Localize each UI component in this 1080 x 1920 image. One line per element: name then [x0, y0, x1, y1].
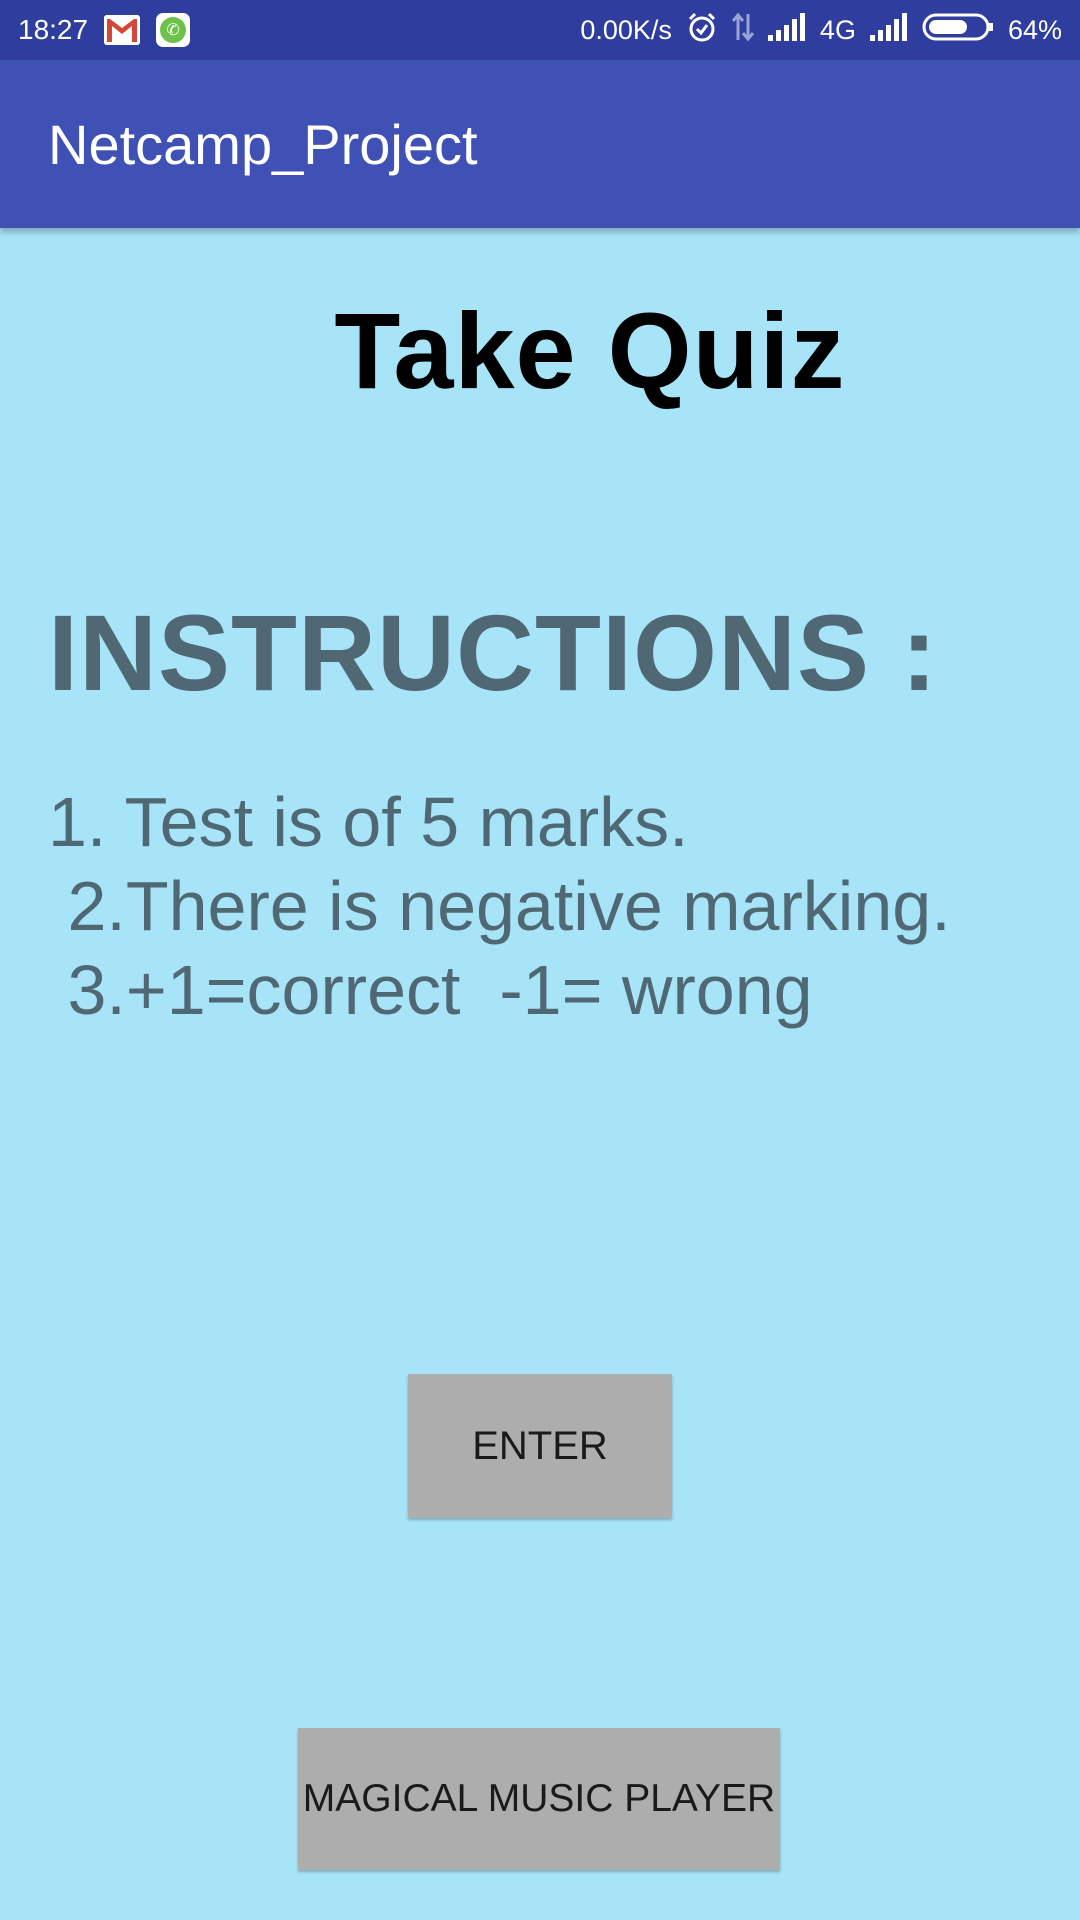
status-bar: 18:27 ✆ 0.00K/s 4G 64%	[0, 0, 1080, 60]
alarm-icon	[686, 11, 718, 50]
app-bar: Netcamp_Project	[0, 60, 1080, 228]
music-player-button[interactable]: MAGICAL MUSIC PLAYER	[298, 1728, 780, 1870]
battery-percent: 64%	[1007, 14, 1062, 45]
network-type: 4G	[819, 14, 856, 45]
app-title: Netcamp_Project	[48, 112, 478, 176]
network-speed: 0.00K/s	[580, 14, 672, 45]
battery-icon	[922, 12, 994, 49]
enter-button[interactable]: ENTER	[408, 1374, 672, 1518]
gmail-icon	[104, 15, 141, 45]
signal-icon	[869, 12, 908, 48]
phone-app-icon: ✆	[156, 13, 191, 47]
status-time: 18:27	[18, 14, 89, 45]
data-transfer-icon	[731, 12, 755, 49]
instructions-heading: INSTRUCTIONS :	[48, 592, 938, 713]
instructions-text: 1. Test is of 5 marks. 2.There is negati…	[48, 783, 951, 1029]
signal-icon	[767, 12, 806, 48]
page-title: Take Quiz	[334, 290, 846, 411]
